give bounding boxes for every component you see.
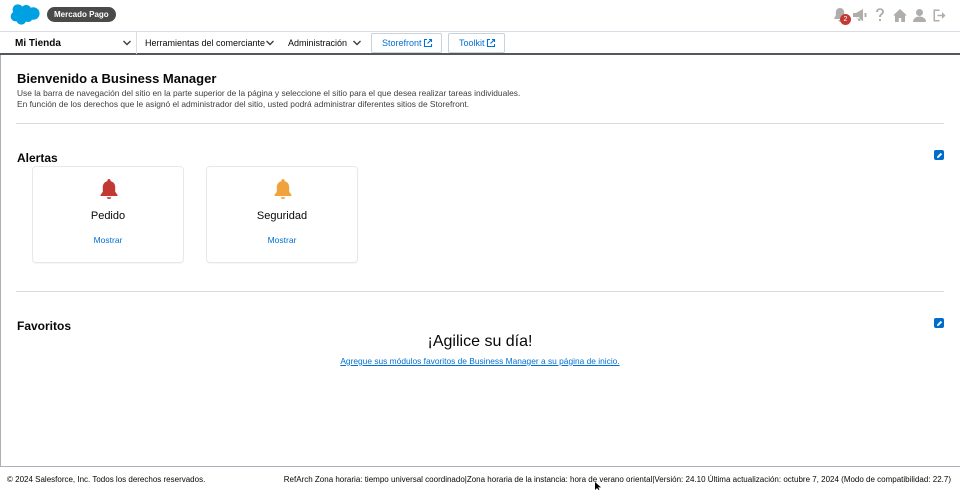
mouse-cursor-icon [595, 482, 601, 490]
add-favorites-link: Agregue sus módulos favoritos de Busines… [0, 356, 960, 366]
storefront-button[interactable]: Storefront [371, 33, 442, 53]
header-icons: 2 [831, 5, 948, 25]
footer-instance-info: RefArch Zona horaria: tiempo universal c… [283, 475, 951, 484]
bell-icon [274, 179, 292, 199]
logout-icon[interactable] [931, 5, 948, 25]
megaphone-icon[interactable] [851, 5, 868, 25]
chevron-down-icon [353, 40, 361, 46]
home-icon[interactable] [891, 5, 908, 25]
alert-card-order-name: Pedido [90, 210, 126, 222]
favorites-empty-heading: ¡Agilice su día! [427, 333, 533, 350]
menu-merchant-tools[interactable]: Herramientas del comerciante [145, 32, 277, 54]
content-left-border [0, 55, 1, 466]
add-favorites-link-text[interactable]: Agregue sus módulos favoritos de Busines… [340, 356, 619, 366]
alert-card-security-name: Seguridad [256, 210, 308, 222]
help-icon[interactable] [871, 5, 888, 25]
section-divider [16, 291, 944, 292]
favorites-title: Favoritos [17, 319, 72, 333]
storefront-button-label: Storefront [382, 38, 422, 48]
site-selector-label: Mi Tienda [15, 38, 61, 49]
top-bar: Mercado Pago 2 [0, 0, 960, 31]
menu-administration-label: Administración [288, 38, 348, 48]
site-navigation-bar: Mi Tienda Herramientas del comerciante A… [0, 31, 960, 55]
footer-copyright: © 2024 Salesforce, Inc. Todos los derech… [7, 475, 206, 484]
external-link-icon [423, 38, 433, 48]
menu-merchant-tools-label: Herramientas del comerciante [145, 38, 266, 48]
notifications-bell-icon[interactable]: 2 [831, 5, 851, 25]
edit-favorites-button[interactable] [934, 318, 944, 328]
site-name-pill[interactable]: Mercado Pago [47, 7, 116, 22]
welcome-line-1: Use la barra de navegación del sitio en … [17, 88, 521, 98]
section-divider [16, 123, 944, 124]
chevron-down-icon [266, 40, 274, 46]
edit-alerts-button[interactable] [934, 150, 944, 160]
notifications-badge: 2 [840, 14, 851, 25]
external-link-icon [486, 38, 496, 48]
alert-card-security[interactable]: Seguridad Mostrar [206, 166, 358, 263]
chevron-down-icon [123, 40, 131, 46]
pencil-icon [936, 320, 942, 326]
bell-icon [100, 179, 118, 199]
salesforce-logo[interactable] [10, 4, 40, 25]
welcome-description: Use la barra de navegación del sitio en … [17, 88, 617, 110]
welcome-line-2: En función de los derechos que le asignó… [17, 99, 470, 109]
menu-administration[interactable]: Administración [288, 32, 364, 54]
welcome-title: Bienvenido a Business Manager [17, 71, 217, 86]
footer: © 2024 Salesforce, Inc. Todos los derech… [0, 466, 960, 490]
alert-card-order[interactable]: Pedido Mostrar [32, 166, 184, 263]
alert-card-security-show-link[interactable]: Mostrar [207, 235, 357, 245]
alerts-title: Alertas [17, 151, 58, 165]
site-selector[interactable]: Mi Tienda [8, 32, 137, 54]
user-profile-icon[interactable] [911, 5, 928, 25]
pencil-icon [936, 152, 942, 158]
alert-card-order-show-link[interactable]: Mostrar [33, 235, 183, 245]
toolkit-button-label: Toolkit [459, 38, 485, 48]
toolkit-button[interactable]: Toolkit [448, 33, 505, 53]
